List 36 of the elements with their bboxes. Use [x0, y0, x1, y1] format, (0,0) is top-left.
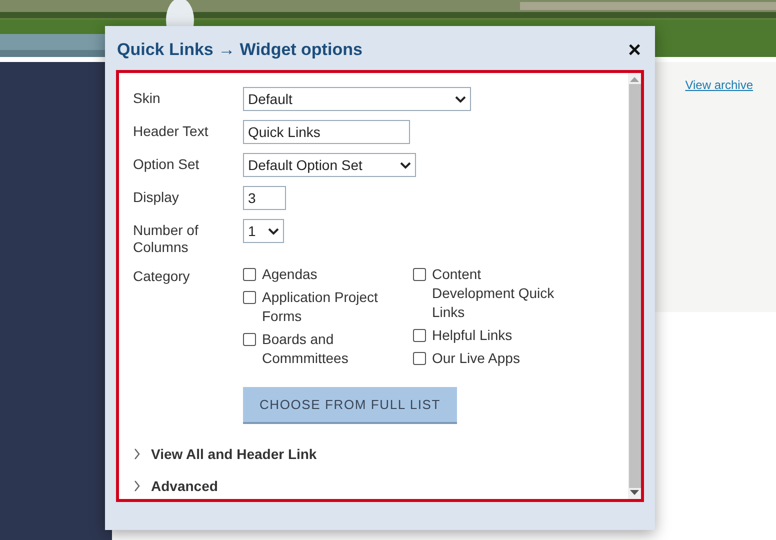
checkbox-label: Application Project Forms: [262, 288, 379, 326]
field-label: Number of Columns: [133, 221, 200, 256]
select-field[interactable]: Default Option Set: [243, 153, 416, 177]
checkbox[interactable]: [413, 268, 426, 281]
field-label: Display: [133, 188, 180, 206]
field-label: Header Text: [133, 122, 210, 140]
accordion-header[interactable]: View All and Header Link: [133, 446, 628, 462]
close-button[interactable]: ×: [628, 41, 641, 59]
checkbox[interactable]: [243, 333, 256, 346]
chevron-icon: [133, 448, 141, 460]
field-label: Skin: [133, 89, 162, 107]
checkbox[interactable]: [243, 268, 256, 281]
field-label: Option Set: [133, 155, 200, 173]
checkbox-label: Our Live Apps: [432, 349, 520, 368]
select-field[interactable]: 1: [243, 219, 284, 243]
checkbox-label: Helpful Links: [432, 326, 512, 345]
checkbox-label: Content Development Quick Links: [432, 265, 556, 322]
field-label: Category: [133, 267, 191, 285]
checkbox[interactable]: [243, 291, 256, 304]
scroll-down-icon[interactable]: [630, 490, 639, 496]
caret-icon: [455, 96, 466, 102]
dialog-title: Quick Links → Widget options: [117, 40, 362, 60]
caret-icon: [400, 162, 411, 168]
checkbox-label: Boards and Commmittees: [262, 330, 350, 368]
input-field[interactable]: 3: [243, 186, 286, 210]
checkbox-label: Agendas: [262, 265, 318, 284]
accordion-header[interactable]: Advanced: [133, 478, 628, 494]
checkbox[interactable]: [413, 329, 426, 342]
choose-from-full-list-button[interactable]: CHOOSE FROM FULL LIST: [243, 387, 457, 424]
view-archive-link[interactable]: View archive: [685, 78, 753, 92]
caret-icon: [268, 228, 279, 234]
input-field[interactable]: Quick Links: [243, 120, 410, 144]
checkbox[interactable]: [413, 352, 426, 365]
chevron-icon: [133, 480, 141, 492]
select-field[interactable]: Default: [243, 87, 471, 111]
scrollbar[interactable]: [628, 73, 641, 499]
